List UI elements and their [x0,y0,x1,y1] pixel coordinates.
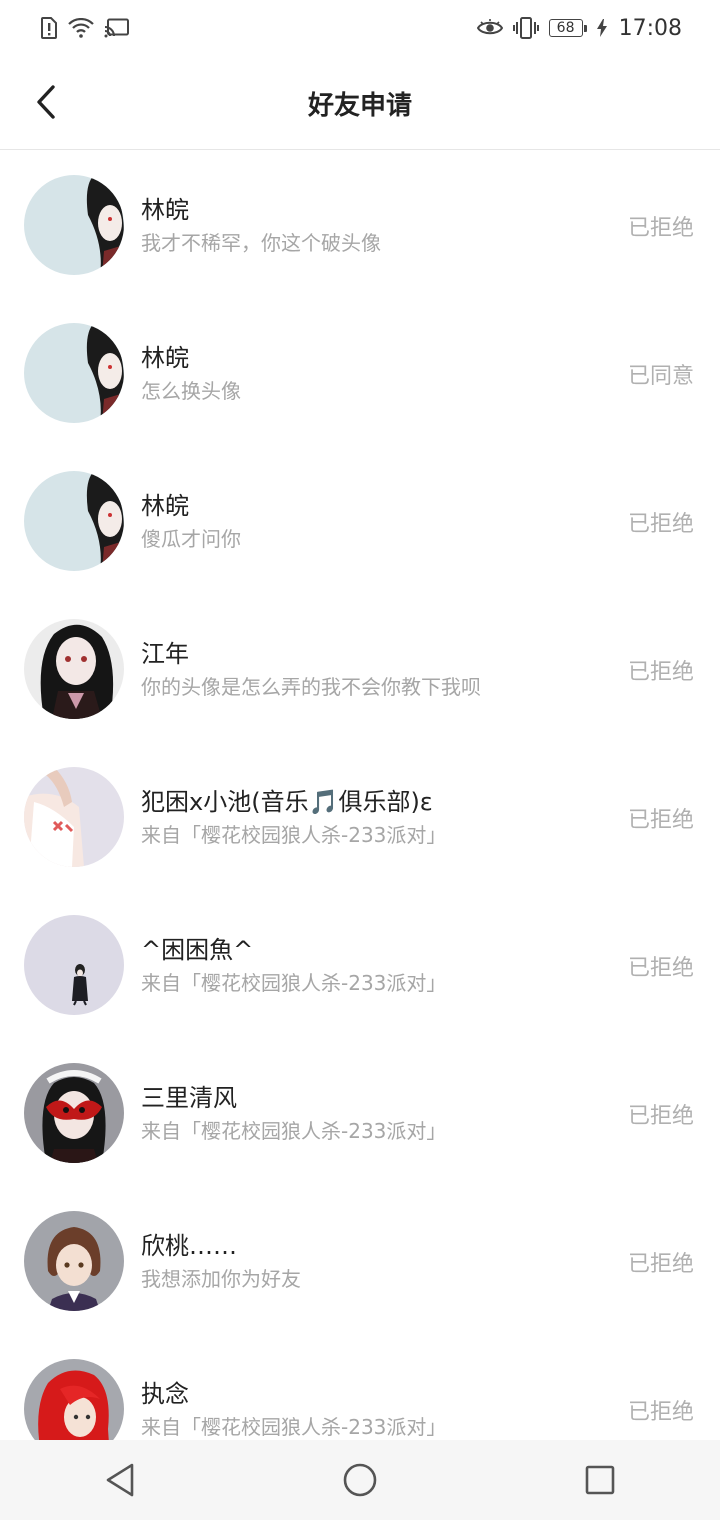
battery-level: 68 [556,20,575,36]
list-item[interactable]: 林皖 傻瓜才问你 已拒绝 [0,446,720,594]
wifi-icon [68,18,94,38]
charging-icon [596,19,607,37]
battery-icon: 68 [548,19,587,37]
requester-name: 林皖 [141,492,189,520]
cast-icon [104,18,130,38]
status-badge: 已拒绝 [627,808,694,833]
status-badge: 已拒绝 [627,956,694,981]
nav-home-button[interactable] [300,1440,420,1520]
system-nav-bar [0,1440,720,1520]
requester-name: 犯困x小池(音乐🎵俱乐部)ε [141,788,433,816]
page-title: 好友申请 [307,90,412,121]
list-item[interactable]: 江年 你的头像是怎么弄的我不会你教下我呗 已拒绝 [0,594,720,742]
list-item[interactable]: 林皖 怎么换头像 已同意 [0,298,720,446]
vibrate-icon [512,17,539,39]
status-badge: 已拒绝 [627,1104,694,1129]
home-circle-icon [343,1463,377,1497]
request-message: 我才不稀罕，你这个破头像 [141,231,381,255]
status-right: 68 17:08 [476,15,682,41]
requester-name: 江年 [141,640,189,668]
request-message: 来自「樱花校园狼人杀-233派对」 [141,971,447,995]
requester-name: 执念 [141,1380,189,1408]
status-badge: 已拒绝 [627,660,694,685]
nav-recents-button[interactable] [540,1440,660,1520]
requester-name: 林皖 [141,344,189,372]
request-message: 怎么换头像 [141,379,241,403]
requester-name: 欣桃…… [141,1232,237,1260]
friend-request-list: 林皖 我才不稀罕，你这个破头像 已拒绝 林皖 怎么换头像 已同意 林皖 傻瓜才问… [0,150,720,1482]
nav-back-button[interactable] [60,1440,180,1520]
request-message: 来自「樱花校园狼人杀-233派对」 [141,1415,447,1439]
status-left [40,17,130,39]
avatar [24,619,124,719]
requester-name: 三里清风 [141,1084,237,1112]
header: 好友申请 [0,56,720,150]
status-badge: 已拒绝 [627,1252,694,1277]
eye-comfort-icon [476,19,503,37]
chevron-left-icon [37,85,55,119]
request-message: 来自「樱花校园狼人杀-233派对」 [141,1119,447,1143]
request-message: 我想添加你为好友 [141,1267,301,1291]
list-item[interactable]: 欣桃…… 我想添加你为好友 已拒绝 [0,1186,720,1334]
list-item[interactable]: 三里清风 来自「樱花校园狼人杀-233派对」 已拒绝 [0,1038,720,1186]
clock: 17:08 [618,15,682,41]
avatar [24,175,124,275]
request-message: 来自「樱花校园狼人杀-233派对」 [141,823,447,847]
avatar [24,1211,124,1311]
recents-square-icon [585,1465,615,1495]
list-item[interactable]: 林皖 我才不稀罕，你这个破头像 已拒绝 [0,150,720,298]
avatar [24,1063,124,1163]
avatar [24,915,124,1015]
request-message: 傻瓜才问你 [141,527,241,551]
status-badge: 已拒绝 [627,512,694,537]
back-button[interactable] [22,78,70,126]
status-badge: 已拒绝 [627,216,694,241]
sim-alert-icon [40,17,58,39]
requester-name: ^困困魚^ [141,936,254,964]
requester-name: 林皖 [141,196,189,224]
status-badge: 已同意 [627,364,694,389]
avatar [24,767,124,867]
status-badge: 已拒绝 [627,1400,694,1425]
avatar [24,323,124,423]
status-bar: 68 17:08 [0,0,720,56]
request-message: 你的头像是怎么弄的我不会你教下我呗 [141,675,481,699]
list-item[interactable]: 犯困x小池(音乐🎵俱乐部)ε 来自「樱花校园狼人杀-233派对」 已拒绝 [0,742,720,890]
back-triangle-icon [106,1463,134,1497]
list-item[interactable]: ^困困魚^ 来自「樱花校园狼人杀-233派对」 已拒绝 [0,890,720,1038]
avatar [24,471,124,571]
